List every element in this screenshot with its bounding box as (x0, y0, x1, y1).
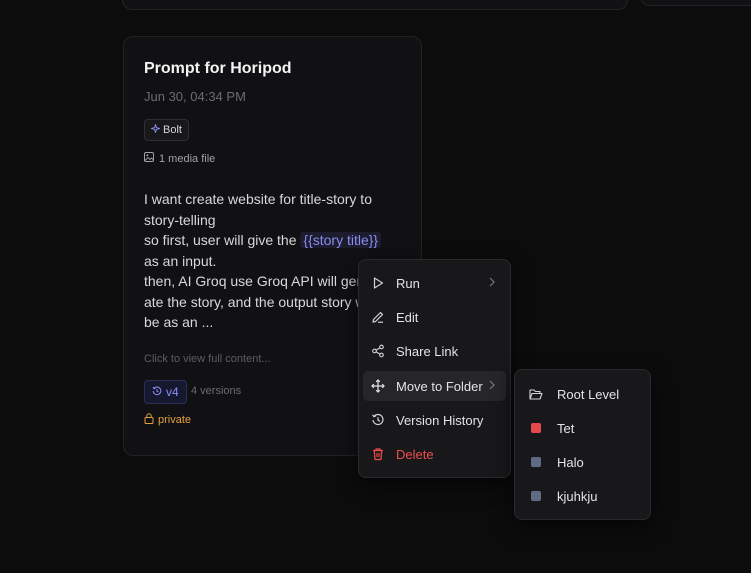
menu-item-label: Delete (396, 446, 434, 462)
folder-item-tet[interactable]: Tet (519, 414, 646, 442)
folder-item-root-level[interactable]: Root Level (519, 380, 646, 408)
platform-tag-label: Bolt (163, 124, 182, 136)
version-badge[interactable]: v4 (144, 380, 187, 404)
share-icon (370, 343, 386, 359)
menu-item-edit[interactable]: Edit (363, 302, 506, 332)
menu-item-label: Share Link (396, 343, 459, 359)
previous-card[interactable] (122, 0, 628, 10)
move-icon (370, 378, 386, 394)
pencil-icon (370, 309, 386, 325)
menu-item-label: Version History (396, 412, 484, 428)
image-icon (144, 152, 154, 165)
content-line: I want create website for title-story to (144, 191, 372, 207)
folder-label: kjuhkju (557, 488, 598, 504)
menu-item-label: Edit (396, 309, 419, 325)
folder-label: Tet (557, 420, 575, 436)
content-line-with-variable: so first, user will give the {{story tit… (144, 230, 399, 251)
version-label: v4 (166, 385, 179, 399)
folder-color-swatch (529, 421, 543, 435)
folder-submenu: Root Level Tet Halo kjuhkju (514, 369, 651, 520)
history-icon (370, 412, 386, 428)
card-date: Jun 30, 04:34 PM (144, 89, 246, 104)
folder-color-swatch (529, 455, 543, 469)
previous-card-right[interactable] (640, 0, 751, 6)
menu-item-label: Move to Folder (396, 378, 483, 394)
folder-open-icon (529, 387, 543, 401)
visibility-indicator: private (144, 413, 191, 427)
play-icon (370, 275, 386, 291)
menu-item-run[interactable]: Run (363, 268, 506, 298)
sparkle-icon (149, 122, 162, 136)
history-icon (152, 385, 162, 399)
menu-item-move-to-folder[interactable]: Move to Folder (363, 371, 506, 401)
lock-icon (144, 413, 154, 427)
menu-item-label: Run (396, 275, 420, 291)
menu-item-share-link[interactable]: Share Link (363, 336, 506, 366)
menu-item-delete[interactable]: Delete (363, 439, 506, 469)
content-line: story-telling (144, 211, 216, 228)
platform-tag: Bolt (144, 119, 189, 141)
media-count: 1 media file (159, 152, 216, 165)
folder-label: Halo (557, 454, 584, 470)
media-indicator: 1 media file (144, 152, 215, 165)
folder-item-kjuhkju[interactable]: kjuhkju (519, 482, 646, 510)
card-title: Prompt for Horipod (144, 60, 292, 77)
chevron-right-icon (488, 379, 496, 394)
folder-label: Root Level (557, 386, 620, 402)
folder-item-halo[interactable]: Halo (519, 448, 646, 476)
variable-chip: {{story title}} (300, 232, 382, 248)
context-menu: Run Edit Share Link Move to Folder Versi… (358, 259, 511, 478)
folder-color-swatch (529, 489, 543, 503)
menu-item-version-history[interactable]: Version History (363, 405, 506, 435)
visibility-label: private (158, 414, 192, 426)
trash-icon (370, 446, 386, 462)
chevron-right-icon (488, 276, 496, 291)
content-line: so first, user will give the (144, 232, 301, 248)
view-full-hint[interactable]: Click to view full content... (144, 353, 271, 365)
versions-count: 4 versions (191, 385, 242, 397)
